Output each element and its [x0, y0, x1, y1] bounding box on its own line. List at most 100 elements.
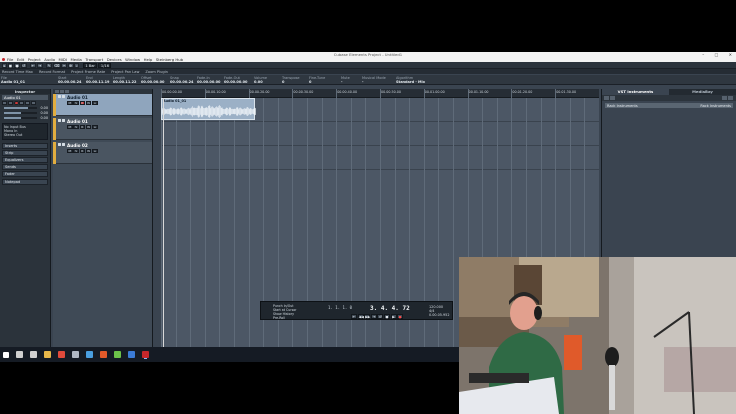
track-header[interactable]: Audio 01 M S R We	[53, 118, 152, 140]
info-field-value[interactable]: 0	[282, 80, 300, 84]
info-field-start[interactable]: Start 00.00.00.24	[58, 76, 81, 84]
snap-value-field[interactable]: 1 Bar	[82, 62, 98, 68]
panel-options-button[interactable]	[722, 96, 727, 100]
tab-mediabay[interactable]: MediaBay	[669, 89, 736, 95]
track-button-w[interactable]: W	[85, 125, 92, 129]
track-button-s[interactable]: S	[73, 101, 79, 105]
split-tool-icon[interactable]: ✂	[61, 62, 68, 68]
parameter-slider[interactable]	[4, 112, 37, 114]
play-icon[interactable]: ▶	[390, 314, 397, 319]
routing-entry[interactable]: Stereo Out	[4, 133, 46, 137]
write-button[interactable]	[30, 101, 36, 105]
info-field-value[interactable]: 00.00.00.00	[197, 80, 220, 84]
rewind-icon[interactable]: ◀◀	[357, 314, 364, 319]
monitor-button[interactable]	[19, 101, 25, 105]
track-button-e[interactable]: e	[92, 149, 98, 153]
primary-position-display[interactable]: 3. 4. 4. 72	[370, 305, 410, 312]
parameter-slider[interactable]	[4, 107, 37, 109]
info-field-value[interactable]: 00.00.11.19	[86, 80, 109, 84]
windows-start-icon[interactable]	[3, 351, 9, 358]
secondary-position-display[interactable]: 1. 1. 1. 0	[328, 305, 352, 310]
play-icon[interactable]: ▸	[2, 62, 7, 68]
info-field-end[interactable]: End 00.00.11.19	[86, 76, 109, 84]
project-cursor[interactable]	[163, 98, 164, 347]
track-button-m[interactable]: M	[67, 149, 73, 153]
record-icon[interactable]: ●	[13, 62, 21, 68]
media-icon[interactable]	[100, 351, 107, 358]
track-button-r[interactable]: R	[79, 101, 86, 105]
track-solo-indicator[interactable]	[62, 95, 65, 98]
info-field-fade-in[interactable]: Fade-In 00.00.00.00	[197, 76, 220, 84]
erase-tool-icon[interactable]: ⌫	[52, 62, 61, 68]
go-end-icon[interactable]: ⇥	[36, 62, 43, 68]
track-solo-indicator[interactable]	[62, 119, 65, 122]
parameter-value[interactable]: 0.00	[39, 116, 48, 120]
find-icon[interactable]: ⌕	[74, 62, 80, 68]
file-explorer-icon[interactable]	[44, 351, 51, 358]
track-name[interactable]: Audio 01	[67, 95, 88, 100]
info-field-volume[interactable]: Volume 0.00	[254, 76, 267, 84]
store-icon[interactable]	[86, 351, 93, 358]
info-field-algorithm[interactable]: Algorithm Standard - Mix	[396, 76, 425, 84]
inspector-section-notepad[interactable]: Notepad	[2, 178, 48, 185]
stop-icon[interactable]: ◼	[7, 62, 14, 68]
info-field-snap[interactable]: Snap 00.00.00.24	[170, 76, 193, 84]
instrument-settings-button[interactable]	[610, 96, 615, 100]
go-to-start-icon[interactable]: ⇤	[351, 314, 357, 319]
info-field-file[interactable]: File Audio 01_01	[1, 76, 25, 84]
info-field-value[interactable]: Audio 01_01	[1, 80, 25, 84]
stop-icon[interactable]: ◼	[383, 314, 390, 319]
zoom-tool-icon[interactable]: ⊕	[67, 62, 74, 68]
track-name[interactable]: Audio 02	[67, 143, 88, 148]
track-header[interactable]: Audio 02 M S R We	[53, 142, 152, 164]
read-button[interactable]	[25, 101, 31, 105]
parameter-value[interactable]: 0.00	[39, 111, 48, 115]
tab-vst-instruments[interactable]: VST Instruments	[602, 89, 669, 95]
audio-event[interactable]: Audio 01_01	[161, 98, 256, 120]
add-track-button[interactable]	[55, 90, 59, 93]
info-field-length[interactable]: Length 00.00.11.22	[113, 76, 136, 84]
draw-tool-icon[interactable]: ✎	[46, 62, 53, 68]
inspector-section-sends[interactable]: Sends	[2, 164, 48, 171]
info-field-value[interactable]: 0.00	[254, 80, 267, 84]
track-mute-indicator[interactable]	[58, 95, 61, 98]
info-field-value[interactable]: 00.00.00.00	[141, 80, 164, 84]
cycle-icon[interactable]: ↺	[20, 62, 27, 68]
track-button-s[interactable]: S	[73, 149, 79, 153]
cubase-taskbar-icon[interactable]	[142, 351, 149, 358]
record-enable-button[interactable]	[13, 101, 19, 105]
transport-option[interactable]: Pre-Roll	[273, 316, 325, 320]
info-field-value[interactable]: 00.00.00.24	[58, 80, 81, 84]
inspector-section-strip[interactable]: Strip	[2, 149, 48, 156]
app-icon[interactable]	[128, 351, 135, 358]
timeline-ruler[interactable]: 00.00.00.00 00.00.10.00 00.00.20.00 00.00.3…	[161, 89, 599, 98]
info-field-value[interactable]: -	[362, 80, 386, 84]
info-field-mute[interactable]: Mute -	[341, 76, 350, 84]
info-field-fade-out[interactable]: Fade-Out 00.00.00.00	[224, 76, 247, 84]
track-button-w[interactable]: W	[85, 101, 92, 105]
task-view-icon[interactable]	[30, 351, 37, 358]
cycle-icon[interactable]: ↺	[377, 314, 384, 319]
track-button-m[interactable]: M	[67, 101, 73, 105]
parameter-value[interactable]: 0.00	[39, 106, 48, 110]
info-field-value[interactable]: -	[341, 80, 350, 84]
track-header[interactable]: Audio 01 M S R We	[53, 94, 152, 116]
track-button-w[interactable]: W	[85, 149, 92, 153]
track-button-r[interactable]: R	[79, 149, 86, 153]
info-field-value[interactable]: Standard - Mix	[396, 80, 425, 84]
track-mute-indicator[interactable]	[58, 119, 61, 122]
track-filter-button[interactable]	[60, 90, 64, 93]
record-icon[interactable]: ●	[397, 314, 404, 319]
info-field-transpose[interactable]: Transpose 0	[282, 76, 300, 84]
settings-icon[interactable]	[72, 351, 79, 358]
add-instrument-button[interactable]	[604, 96, 609, 100]
go-start-icon[interactable]: ⇤	[30, 62, 37, 68]
go-to-end-icon[interactable]: ⇥	[370, 314, 377, 319]
rack-instruments-dropdown[interactable]: Rack Instruments	[700, 104, 731, 108]
track-button-r[interactable]: R	[79, 125, 86, 129]
info-field-value[interactable]: 0	[309, 80, 325, 84]
track-button-s[interactable]: S	[73, 125, 79, 129]
track-name[interactable]: Audio 01	[67, 119, 88, 124]
track-mute-indicator[interactable]	[58, 143, 61, 146]
track-settings-button[interactable]	[65, 90, 69, 93]
